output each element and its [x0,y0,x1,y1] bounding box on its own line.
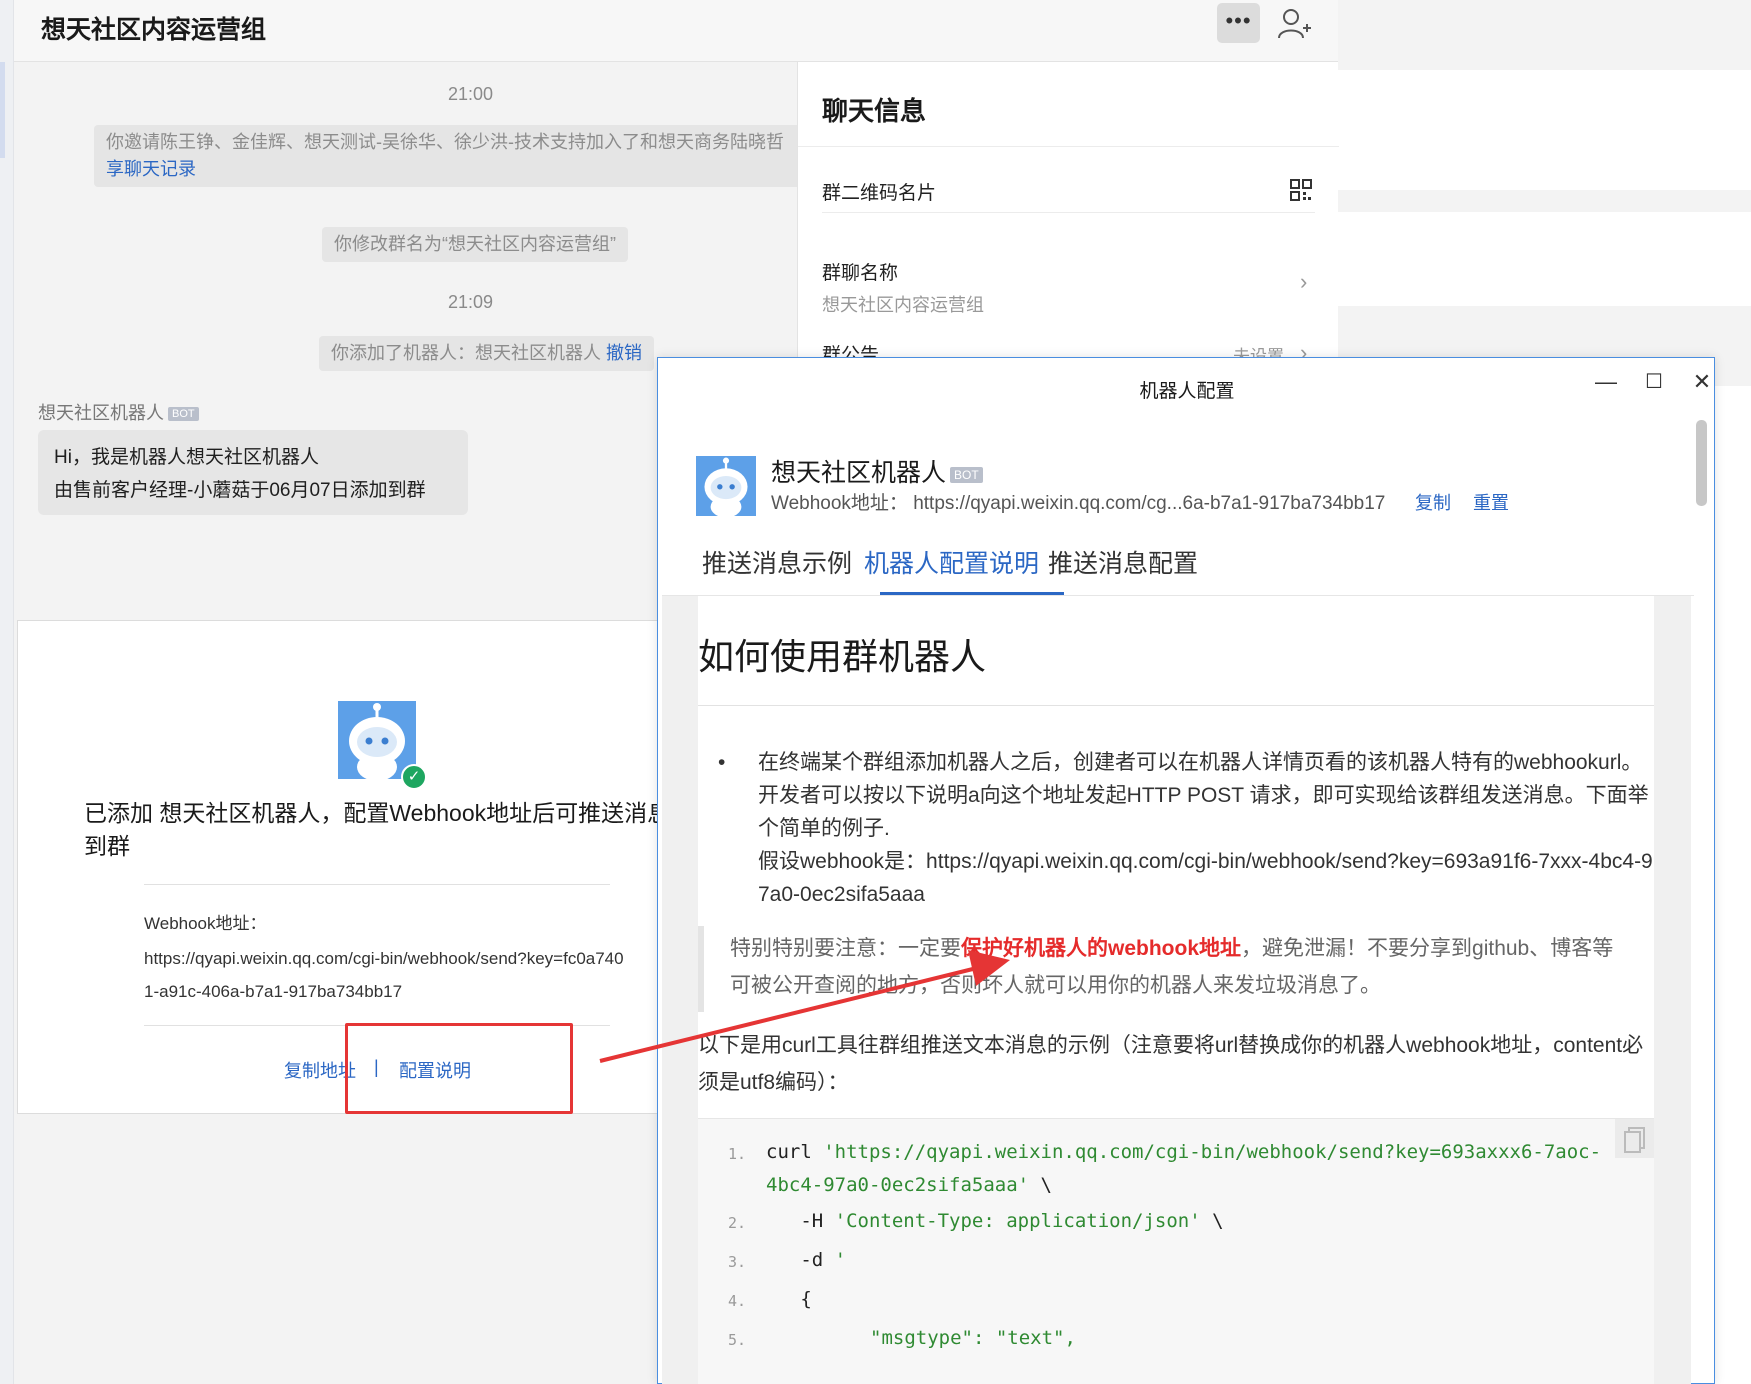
robot-added-text: 你添加了机器人：想天社区机器人 [331,343,601,363]
add-member-icon[interactable] [1276,6,1314,42]
code-line: "msgtype": "text", [870,1327,1076,1349]
bot-badge: BOT [168,407,199,421]
undo-link[interactable]: 撤销 [606,343,642,363]
code-string: 4bc4-97a0-0ec2sifa5aaa' [766,1174,1030,1196]
copy-code-icon[interactable] [1615,1119,1654,1158]
bot-message-line: Hi，我是机器人想天社区机器人 [54,447,319,468]
code-line: { [766,1288,812,1310]
doc-paragraph: 以下是用curl工具往群组推送文本消息的示例（注意要将url替换成你的机器人we… [698,1034,1644,1094]
line-number: 3. [728,1253,747,1271]
quote-highlight: 保护好机器人的webhook地址 [961,937,1242,960]
chat-info-panel: 聊天信息 群二维码名片 群聊名称 想天社区内容运营组 › 群公告 未设置 › [797,62,1339,402]
scrollbar-thumb[interactable] [1696,420,1707,506]
window-title: 机器人配置 [1139,381,1235,402]
tab-config-guide[interactable]: 机器人配置说明 [864,544,1039,580]
bullet-example: 假设webhook是：https://qyapi.weixin.qq.com/c… [758,850,1653,906]
robot-webhook-line: Webhook地址： https://qyapi.weixin.qq.com/c… [771,493,1386,514]
code-token: -d [766,1249,835,1271]
line-number: 2. [728,1214,747,1232]
chat-header: 想天社区内容运营组 ••• [14,0,1338,62]
invite-text: 你邀请陈王铮、金佳辉、想天测试-吴徐华、徐少洪-技术支持加入了和想天商务陆晓哲 [106,132,784,152]
robot-name-text: 想天社区机器人 [771,459,947,487]
bullet-text: 在终端某个群组添加机器人之后，创建者可以在机器人详情页看的该机器人特有的webh… [758,751,1649,840]
webhook-label: Webhook地址： [144,914,267,933]
more-options-button[interactable]: ••• [1217,3,1260,43]
divider [698,705,1654,706]
code-line: -H 'Content-Type: application/json' \ [766,1210,1224,1232]
close-icon[interactable]: ✕ [1682,366,1722,398]
code-string: 'Content-Type: application/json' [834,1210,1201,1232]
bot-sender-name: 想天社区机器人 [38,403,164,423]
warning-quote: 特别特别要注意：一定要保护好机器人的webhook地址，避免泄漏！不要分享到gi… [698,926,1654,1012]
timestamp: 21:00 [448,84,494,104]
background-panel [1338,0,1751,70]
timestamp: 21:09 [448,292,494,312]
code-string: ' [834,1249,847,1271]
chat-info-title: 聊天信息 [822,96,927,126]
bot-badge: BOT [950,467,983,483]
doc-heading: 如何使用群机器人 [698,636,987,677]
system-message-invite: 你邀请陈王铮、金佳辉、想天测试-吴徐华、徐少洪-技术支持加入了和想天商务陆晓哲 … [94,125,814,187]
bullet-dot: • [718,751,726,774]
divider [822,212,1315,213]
code-block: 1. curl 'https://qyapi.weixin.qq.com/cgi… [698,1118,1654,1384]
success-check-icon: ✓ [401,764,427,790]
group-name-value: 想天社区内容运营组 [822,295,984,315]
group-title: 想天社区内容运营组 [41,16,267,44]
robot-name: 想天社区机器人 BOT [771,453,983,489]
line-number: 5. [728,1331,747,1349]
code-token: \ [1029,1174,1052,1196]
line-number: 4. [728,1292,747,1310]
bot-sender: 想天社区机器人 BOT [38,399,199,425]
divider [798,146,1339,147]
annotation-highlight-box [345,1023,573,1114]
tab-push-config[interactable]: 推送消息配置 [1048,544,1198,580]
code-token: \ [1200,1210,1224,1232]
quote-text: 特别特别要注意：一定要 [730,937,961,960]
robot-avatar-icon [696,456,756,518]
code-line: -d ' [766,1249,846,1271]
code-string: 'https://qyapi.weixin.qq.com/cgi-bin/web… [823,1141,1602,1163]
reset-webhook-link[interactable]: 重置 [1473,489,1509,515]
webhook-url: https://qyapi.weixin.qq.com/cgi-bin/webh… [144,949,624,1001]
bot-message-bubble: Hi，我是机器人想天社区机器人 由售前客户经理-小蘑菇于06月07日添加到群 [38,430,468,515]
robot-config-window: 机器人配置 — ☐ ✕ 想天社区机器人 BOT Webhook地址： https:… [657,357,1715,1384]
nav-active-indicator [0,62,5,158]
background-panel [1338,190,1751,212]
doc-area: 如何使用群机器人 • 在终端某个群组添加机器人之后，创建者可以在机器人详情页看的… [662,596,1691,1384]
line-number: 1. [728,1145,747,1163]
system-message-rename: 你修改群名为“想天社区内容运营组” [322,227,628,262]
system-message-robot-added: 你添加了机器人：想天社区机器人 撤销 [319,336,655,371]
doc-content: 如何使用群机器人 • 在终端某个群组添加机器人之后，创建者可以在机器人详情页看的… [698,596,1654,1384]
chat-history-link[interactable]: 享聊天记录 [106,159,196,179]
minimize-icon[interactable]: — [1586,366,1626,398]
group-name-label[interactable]: 群聊名称 [822,258,898,285]
bullet-text-block: 在终端某个群组添加机器人之后，创建者可以在机器人详情页看的该机器人特有的webh… [758,746,1654,911]
code-line: 4bc4-97a0-0ec2sifa5aaa' \ [766,1174,1052,1196]
left-nav-strip [0,0,14,1384]
qr-code-icon[interactable] [1290,179,1312,201]
divider [144,884,610,885]
code-line: curl 'https://qyapi.weixin.qq.com/cgi-bi… [766,1141,1601,1163]
added-card-title: 已添加 想天社区机器人，配置Webhook地址后可推送消息到群 [84,800,671,859]
bot-message-line: 由售前客户经理-小蘑菇于06月07日添加到群 [54,480,426,501]
chevron-right-icon[interactable]: › [1300,269,1307,295]
group-qr-label[interactable]: 群二维码名片 [822,178,936,205]
tab-push-example[interactable]: 推送消息示例 [702,544,852,580]
code-token: -H [766,1210,835,1232]
maximize-icon[interactable]: ☐ [1634,366,1674,398]
copy-webhook-link[interactable]: 复制 [1415,489,1451,515]
code-token: curl [766,1141,824,1163]
